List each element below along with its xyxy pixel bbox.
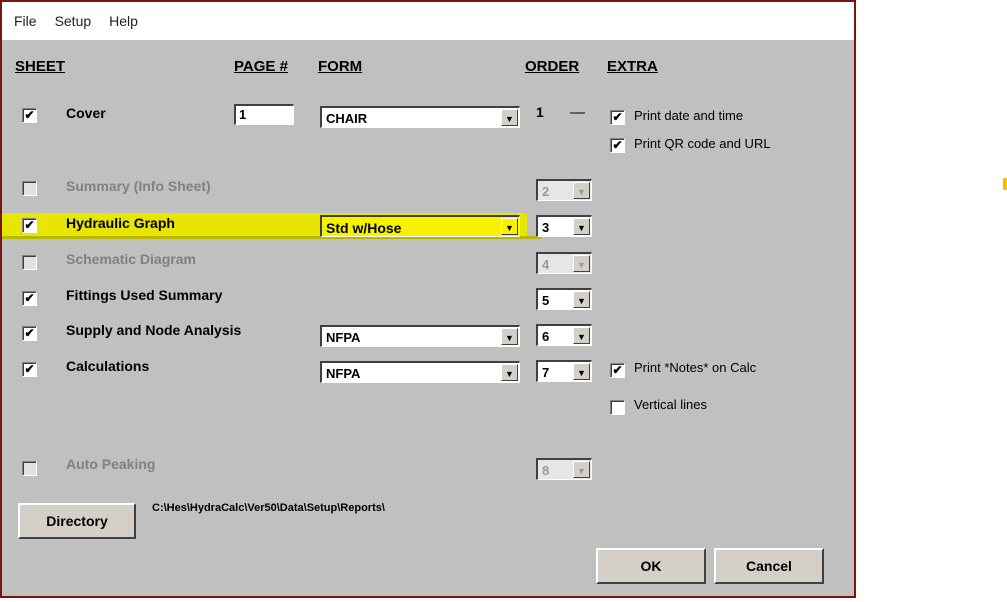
print-date-label: Print date and time [634, 108, 744, 123]
hydraulic-order-value: 3 [542, 220, 550, 235]
supply-checkbox[interactable]: ✔ [22, 326, 37, 341]
directory-button[interactable]: Directory [18, 503, 136, 539]
cover-order: 1 [536, 104, 544, 120]
cover-checkbox[interactable]: ✔ [22, 108, 37, 123]
menu-bar: File Setup Help [2, 2, 854, 40]
summary-order-value: 2 [542, 184, 550, 199]
supply-label: Supply and Node Analysis [66, 322, 242, 338]
fittings-checkbox[interactable]: ✔ [22, 291, 37, 306]
chevron-down-icon[interactable]: ▼ [573, 461, 590, 478]
hydraulic-order-select[interactable]: 3 ▼ [536, 215, 592, 237]
header-sheet: SHEET [15, 58, 66, 75]
summary-label: Summary (Info Sheet) [66, 178, 211, 194]
chevron-down-icon[interactable]: ▼ [501, 218, 518, 235]
cancel-button[interactable]: Cancel [714, 548, 824, 584]
schematic-order-select[interactable]: 4 ▼ [536, 252, 592, 274]
dialog-content: SHEET PAGE # FORM ORDER EXTRA ✔ Cover 1 … [2, 40, 854, 596]
summary-order-select[interactable]: 2 ▼ [536, 179, 592, 201]
chevron-down-icon[interactable]: ▼ [573, 182, 590, 199]
hydraulic-form-select[interactable]: Std w/Hose ▼ [320, 215, 520, 237]
chevron-down-icon[interactable]: ▼ [501, 364, 518, 381]
menu-file[interactable]: File [14, 13, 37, 29]
cover-dash: — [570, 104, 585, 121]
marker-decoration [1003, 178, 1007, 190]
fittings-label: Fittings Used Summary [66, 287, 223, 303]
supply-order-select[interactable]: 6 ▼ [536, 324, 592, 346]
header-form: FORM [318, 58, 363, 75]
chevron-down-icon[interactable]: ▼ [501, 109, 518, 126]
report-setup-window: File Setup Help SHEET PAGE # FORM ORDER … [0, 0, 856, 598]
chevron-down-icon[interactable]: ▼ [573, 291, 590, 308]
calculations-order-value: 7 [542, 365, 550, 380]
print-notes-checkbox[interactable]: ✔ [610, 363, 625, 378]
header-extra: EXTRA [607, 58, 658, 75]
menu-setup[interactable]: Setup [55, 13, 92, 29]
schematic-order-value: 4 [542, 257, 550, 272]
directory-path: C:\Hes\HydraCalc\Ver50\Data\Setup\Report… [152, 502, 385, 514]
hydraulic-form-value: Std w/Hose [326, 220, 402, 236]
chevron-down-icon[interactable]: ▼ [573, 363, 590, 380]
print-date-checkbox[interactable]: ✔ [610, 110, 625, 125]
print-notes-label: Print *Notes* on Calc [634, 360, 757, 375]
vertical-lines-label: Vertical lines [634, 397, 707, 412]
header-order: ORDER [525, 58, 580, 75]
cover-form-select[interactable]: CHAIR ▼ [320, 106, 520, 128]
peaking-order-value: 8 [542, 463, 550, 478]
hydraulic-label: Hydraulic Graph [66, 215, 175, 231]
supply-order-value: 6 [542, 329, 550, 344]
peaking-label: Auto Peaking [66, 456, 156, 472]
fittings-order-select[interactable]: 5 ▼ [536, 288, 592, 310]
ok-button[interactable]: OK [596, 548, 706, 584]
calculations-order-select[interactable]: 7 ▼ [536, 360, 592, 382]
calculations-checkbox[interactable]: ✔ [22, 362, 37, 377]
chevron-down-icon[interactable]: ▼ [501, 328, 518, 345]
chevron-down-icon[interactable]: ▼ [573, 218, 590, 235]
cover-label: Cover [66, 105, 106, 121]
schematic-checkbox[interactable] [22, 255, 37, 270]
peaking-checkbox[interactable] [22, 461, 37, 476]
menu-help[interactable]: Help [109, 13, 138, 29]
schematic-label: Schematic Diagram [66, 251, 196, 267]
supply-form-select[interactable]: NFPA ▼ [320, 325, 520, 347]
summary-checkbox[interactable] [22, 181, 37, 196]
calculations-label: Calculations [66, 358, 150, 374]
header-page: PAGE # [234, 58, 288, 75]
supply-form-value: NFPA [326, 330, 361, 345]
hydraulic-checkbox[interactable]: ✔ [22, 218, 37, 233]
calculations-form-value: NFPA [326, 366, 361, 381]
print-qr-label: Print QR code and URL [634, 136, 771, 151]
print-qr-checkbox[interactable]: ✔ [610, 138, 625, 153]
calculations-form-select[interactable]: NFPA ▼ [320, 361, 520, 383]
cover-page-input[interactable]: 1 [234, 104, 294, 125]
cover-form-value: CHAIR [326, 111, 368, 126]
peaking-order-select[interactable]: 8 ▼ [536, 458, 592, 480]
fittings-order-value: 5 [542, 293, 550, 308]
vertical-lines-checkbox[interactable] [610, 400, 625, 415]
chevron-down-icon[interactable]: ▼ [573, 327, 590, 344]
chevron-down-icon[interactable]: ▼ [573, 255, 590, 272]
